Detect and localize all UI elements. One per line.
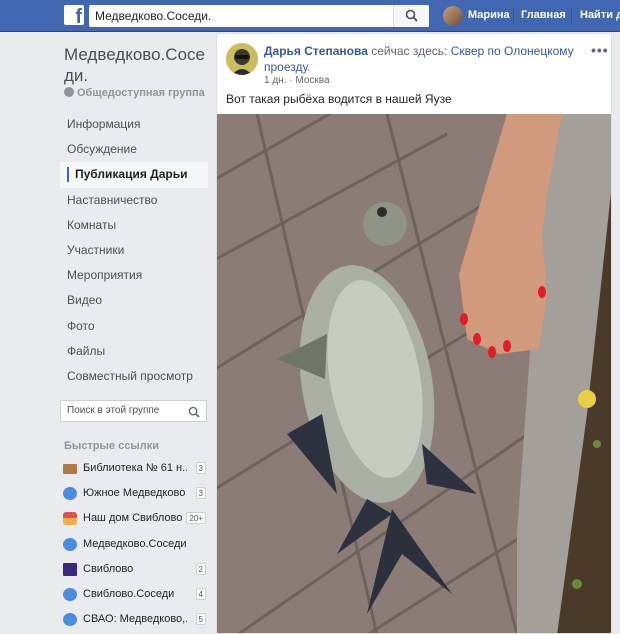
- home-link[interactable]: Главная: [521, 9, 566, 21]
- group-title[interactable]: Медведково.Соседи.: [64, 44, 212, 86]
- quick-link-item[interactable]: Библиотека № 61 н... 3: [62, 456, 208, 481]
- divider: [571, 8, 572, 24]
- quick-link-label: Южное Медведково: [83, 487, 186, 500]
- group-search-placeholder: Поиск в этой группе: [67, 405, 160, 416]
- nav-item-discussion[interactable]: Обсуждение: [60, 137, 208, 162]
- quick-link-item[interactable]: СВАО: Медведково,... 5: [62, 607, 208, 632]
- nav-item-videos[interactable]: Видео: [60, 288, 208, 313]
- facebook-logo[interactable]: f: [64, 5, 84, 27]
- group-icon: [63, 587, 77, 601]
- quick-link-label: Свиблово.Соседи: [83, 587, 175, 600]
- user-avatar[interactable]: [443, 6, 463, 26]
- post-card: Дарья Степанова сейчас здесь: Сквер по О…: [216, 33, 612, 634]
- quick-links-title: Быстрые ссылки: [64, 440, 159, 452]
- quick-link-item[interactable]: Свиблово.Соседи 4: [62, 582, 208, 607]
- author-photo: [226, 43, 258, 75]
- nav-item-post[interactable]: Публикация Дарьи: [60, 162, 208, 188]
- find-friends-link[interactable]: Найти д: [580, 9, 620, 21]
- group-icon: [63, 487, 77, 501]
- quick-link-label: СВАО: Медведково,...: [83, 613, 187, 626]
- notification-count: 4: [195, 587, 206, 600]
- notification-count: 3: [195, 462, 206, 474]
- notification-count: 20+: [186, 512, 206, 525]
- globe-icon: [64, 87, 74, 97]
- quick-link-item[interactable]: Свиблово 2: [62, 557, 208, 582]
- nav-item-mentorship[interactable]: Наставничество: [60, 188, 208, 213]
- quick-link-label: Медведково.Соседи.: [83, 537, 187, 550]
- author-avatar[interactable]: [226, 43, 258, 75]
- post-place[interactable]: Москва: [295, 75, 329, 86]
- checkin-suffix: .: [307, 60, 311, 74]
- nav-item-photos[interactable]: Фото: [60, 314, 208, 339]
- quick-link-item[interactable]: Южное Медведково 3: [62, 481, 208, 506]
- notification-count: 2: [195, 562, 206, 575]
- quick-links: Библиотека № 61 н... 3 Южное Медведково …: [62, 456, 208, 632]
- quick-link-label: Библиотека № 61 н...: [83, 462, 187, 474]
- post-meta: 1 дн. · Москва: [264, 75, 330, 86]
- quick-link-item[interactable]: Медведково.Соседи.: [62, 532, 208, 557]
- post-header: Дарья Степанова сейчас здесь: Сквер по О…: [264, 43, 574, 75]
- quick-link-item[interactable]: Наш дом Свиблово 20+: [62, 506, 208, 531]
- search-icon: [405, 9, 418, 22]
- more-options-icon[interactable]: •••: [591, 42, 609, 58]
- house-icon: [63, 512, 77, 526]
- post-text: Вот такая рыбёха водится в нашей Яузе: [226, 92, 452, 106]
- search-input[interactable]: Медведково.Соседи.: [89, 5, 429, 27]
- nav-item-watch-party[interactable]: Совместный просмотр: [60, 364, 208, 389]
- search-button[interactable]: [393, 5, 429, 27]
- search-icon: [188, 406, 200, 418]
- quick-link-label: Наш дом Свиблово: [83, 512, 183, 525]
- nav-item-files[interactable]: Файлы: [60, 339, 208, 364]
- notification-count: 5: [195, 613, 206, 626]
- post-photo[interactable]: [217, 114, 612, 634]
- nav-item-info[interactable]: Информация: [60, 112, 208, 137]
- group-nav: Информация Обсуждение Публикация Дарьи Н…: [60, 112, 208, 389]
- group-icon: [63, 537, 77, 551]
- divider: [513, 8, 514, 24]
- search-value: Медведково.Соседи.: [95, 9, 212, 23]
- nav-item-members[interactable]: Участники: [60, 238, 208, 263]
- top-bar: f Медведково.Соседи. Марина Главная Найт…: [0, 0, 620, 32]
- group-privacy: Общедоступная группа: [64, 87, 205, 99]
- nav-item-events[interactable]: Мероприятия: [60, 263, 208, 288]
- post-time[interactable]: 1 дн.: [264, 75, 286, 86]
- user-name-link[interactable]: Марина: [468, 9, 510, 21]
- author-name-link[interactable]: Дарья Степанова: [264, 44, 368, 58]
- checkin-text: сейчас здесь:: [367, 44, 451, 58]
- quick-link-label: Свиблово: [83, 562, 134, 575]
- nav-item-rooms[interactable]: Комнаты: [60, 213, 208, 238]
- group-search-input[interactable]: Поиск в этой группе: [60, 400, 207, 422]
- book-icon: [63, 464, 77, 474]
- group-icon: [63, 613, 77, 627]
- gc-icon: [63, 562, 77, 576]
- notification-count: 3: [195, 487, 206, 500]
